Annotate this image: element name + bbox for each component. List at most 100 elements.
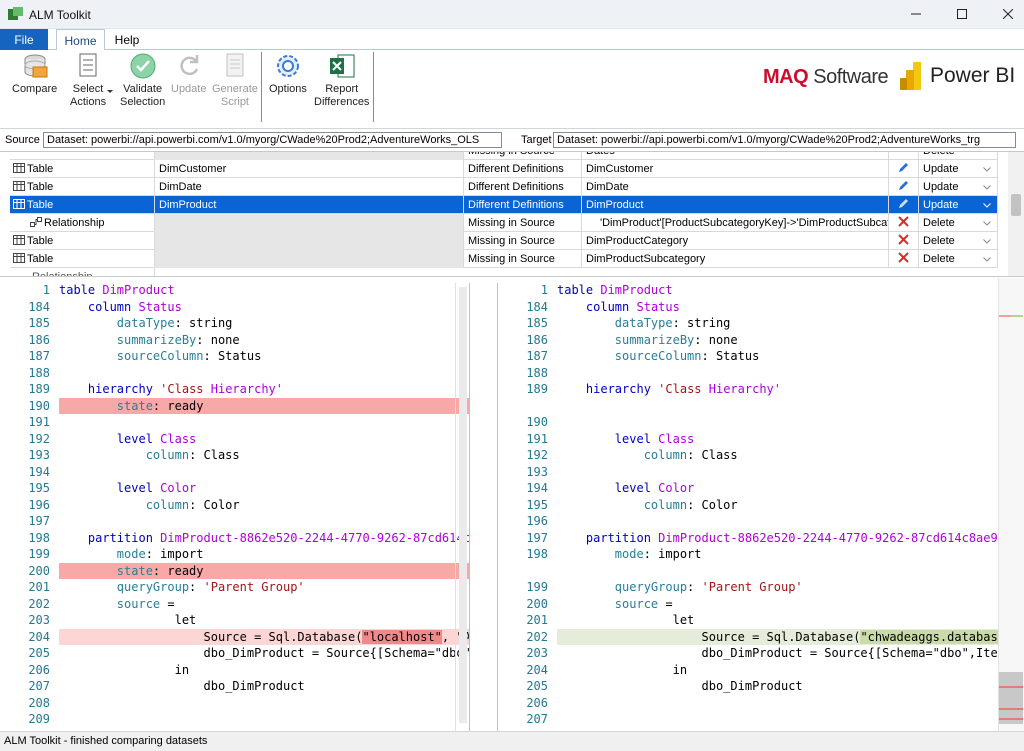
report-label-1: Report [325,83,359,95]
code-text: column Status [585,299,680,314]
close-button[interactable] [985,0,1024,28]
code-line: 208 [0,695,469,712]
line-number: 189 [28,382,50,396]
code-line: 193 [498,464,998,481]
grid-scrollbar[interactable] [1008,152,1024,276]
line-number: 202 [28,596,50,611]
code-line: 189 hierarchy 'Class Hierarchy' [0,381,469,398]
line-number: 198 [526,547,548,561]
report-label-2: Differences [314,96,370,108]
generate-script-button[interactable]: Generate Script [212,52,258,109]
target-diff-pane[interactable]: 1 table DimProduct 184 column Status 185 da… [498,278,998,731]
source-dataset-field[interactable]: Dataset: powerbi://api.powerbi.com/v1.0/… [43,132,502,148]
code-text: dbo_DimProduct = Source{[Schema="dbo",It… [203,646,469,660]
target-cell: Dates [582,152,889,160]
code-text: let [59,613,197,627]
line-number: 198 [28,530,50,545]
action-dropdown[interactable]: Update [919,178,998,196]
dropdown-arrow-icon[interactable] [107,90,113,94]
line-number: 187 [526,349,548,363]
ribbon-separator [373,52,374,122]
line-number: 206 [28,662,50,677]
action-icon-cell [889,214,919,232]
options-button[interactable]: Options [269,52,307,96]
line-number: 202 [526,629,548,644]
action-label: Update [923,199,959,211]
code-line: 196 column: Color [0,497,469,514]
validate-selection-button[interactable]: Validate Selection [120,52,165,109]
overview-viewport[interactable] [999,672,1023,724]
action-dropdown[interactable]: Update [919,196,998,214]
delete-x-icon [898,216,909,227]
status-cell: Different Definitions [464,178,582,196]
excel-icon [328,52,356,80]
source-diff-pane[interactable]: 1 table DimProduct 184 column Status 185 da… [0,278,469,731]
left-pane-scrollbar-thumb[interactable] [459,287,467,723]
status-cell: Different Definitions [464,196,582,214]
type-label: Table [27,163,54,175]
code-line: 195 column: Color [498,497,998,514]
type-label: Table [27,253,54,265]
table-row[interactable]: Relationship Missing in Source 'DimProduct… [10,214,998,232]
status-cell: Missing in Source [464,214,582,232]
code-line: 192 level Class [0,431,469,448]
left-pane-scrollbar[interactable] [455,283,469,731]
target-cell: DimCustomer [582,160,889,178]
select-actions-button[interactable]: Select Actions [70,52,106,109]
script-icon [221,52,249,80]
code-text: let [557,613,695,627]
target-cell: DimDate [582,178,889,196]
diff-overview-ruler[interactable] [998,278,1024,731]
ribbon-tabs: File Home Help [0,29,1024,51]
code-text: in [557,662,688,677]
home-tab[interactable]: Home [56,29,105,51]
pane-divider[interactable] [469,283,498,731]
overview-deleted-mark [999,708,1023,710]
line-number: 184 [526,299,548,314]
help-tab[interactable]: Help [109,29,145,50]
line-number: 185 [28,316,50,330]
table-row[interactable]: Table DimCustomer Different Definitions Dim… [10,160,998,178]
table-row[interactable]: Relationship [10,268,998,276]
ribbon: Compare Select Actions Validate Selectio… [0,50,1024,129]
code-text: dataType: string [614,316,731,330]
code-text: in [59,662,190,677]
code-text: dataType: string [116,316,233,330]
compare-button[interactable]: Compare [12,52,57,96]
options-label: Options [269,83,307,95]
line-number: 191 [526,431,548,446]
update-button[interactable]: Update [171,52,206,96]
code-line: 205 dbo_DimProduct [498,678,998,695]
report-differences-button[interactable]: Report Differences [314,52,369,109]
code-line: 184 column Status [498,299,998,316]
line-number: 196 [526,514,548,528]
action-dropdown[interactable]: Delete [919,232,998,250]
action-dropdown[interactable]: Delete [919,250,998,268]
table-row[interactable]: Table DimProduct Different Definitions DimP… [10,196,998,214]
code-line: 186 summarizeBy: none [498,332,998,349]
table-row[interactable]: Missing in Source Dates Delete [10,152,998,160]
action-dropdown[interactable]: Update [919,160,998,178]
overview-deleted-mark [999,686,1023,688]
maximize-button[interactable] [939,0,985,28]
grid-scrollbar-thumb[interactable] [1011,194,1021,216]
validate-label-1: Validate [123,83,163,95]
action-dropdown[interactable]: Delete [919,214,998,232]
target-dataset-field[interactable]: Dataset: powerbi://api.powerbi.com/v1.0/… [553,132,1016,148]
pencil-icon [899,163,908,172]
chevron-down-icon [983,221,991,226]
select-actions-label-1: Select [72,83,104,95]
table-icon [13,253,25,263]
action-cell[interactable]: Delete [919,152,998,160]
minimize-button[interactable] [893,0,939,28]
power-bi-logo: Power BI [930,64,1016,87]
table-row[interactable]: Table Missing in Source DimProductCategory… [10,232,998,250]
table-row[interactable]: Table DimDate Different Definitions DimDate… [10,178,998,196]
code-line: 200 source = [498,596,998,613]
code-text: state: ready [59,562,469,579]
check-circle-icon [129,52,157,80]
source-label: Source [5,134,40,146]
file-tab[interactable]: File [0,29,48,50]
table-row[interactable]: Table Missing in Source DimProductSubcateg… [10,250,998,268]
source-cell [155,214,464,232]
